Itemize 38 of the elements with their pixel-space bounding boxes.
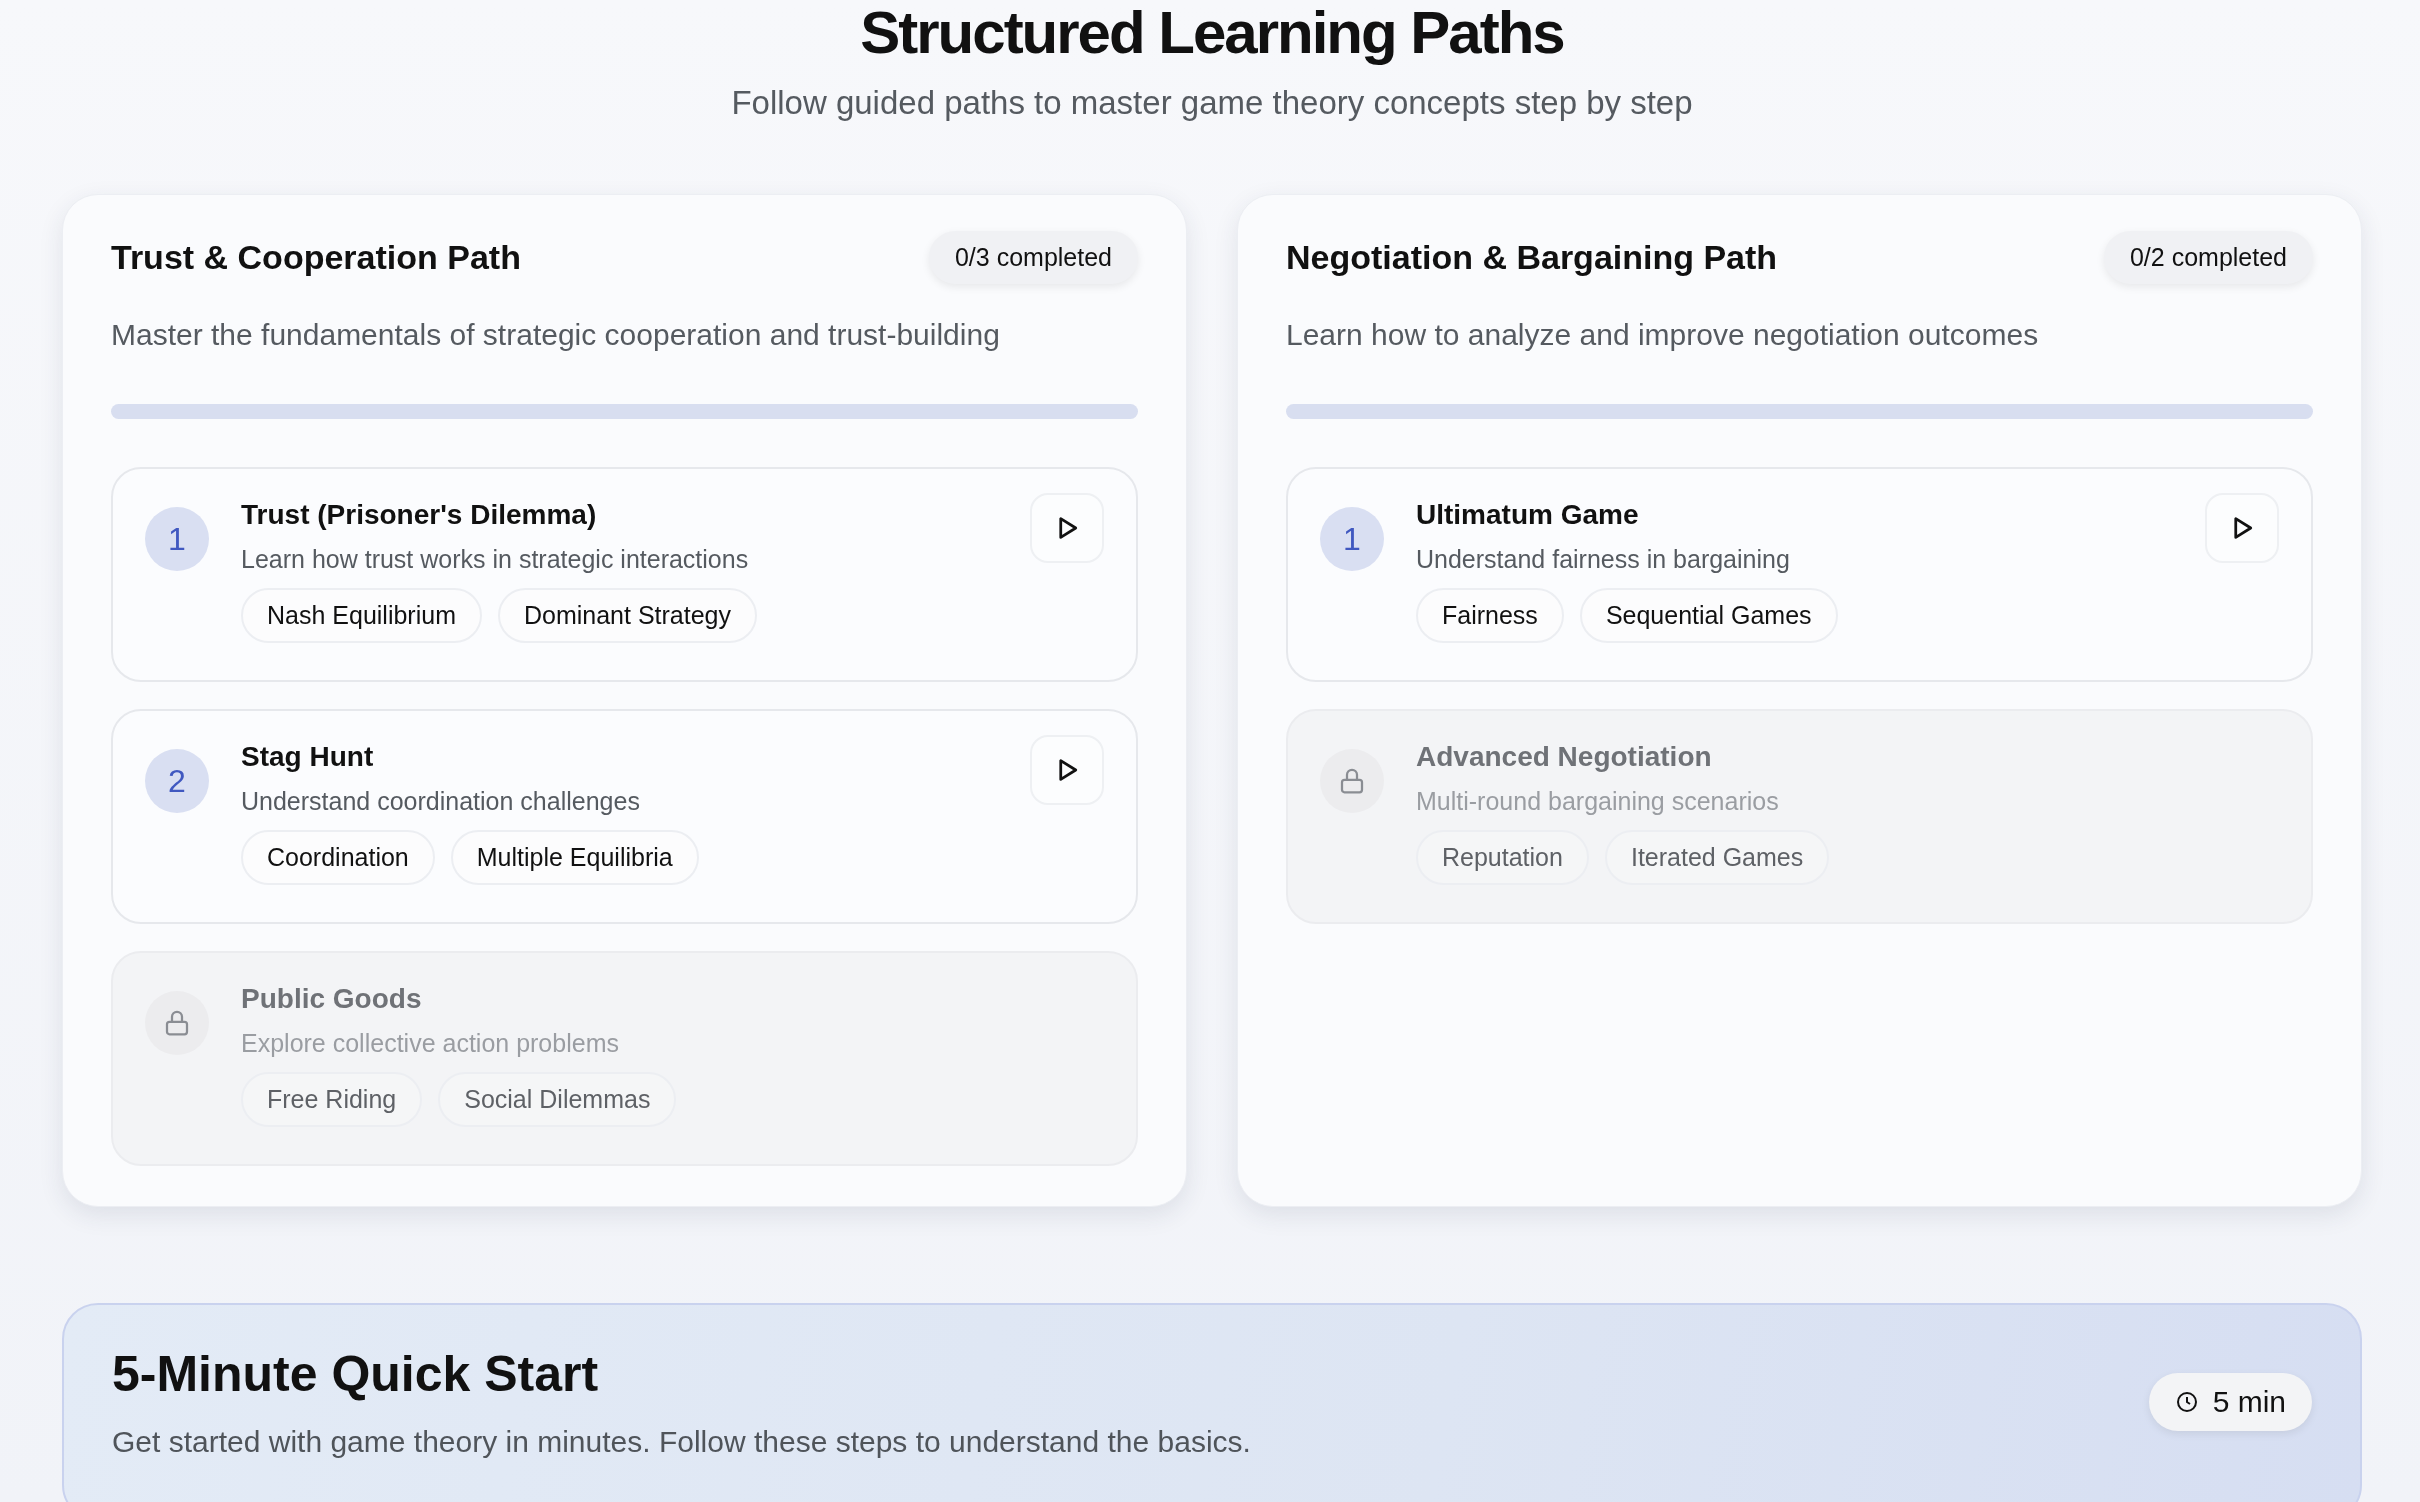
step-title: Advanced Negotiation — [1416, 741, 1713, 773]
step-number: 1 — [145, 507, 209, 571]
quick-start-description: Get started with game theory in minutes. Follow these steps to understand the basics. — [112, 1425, 1251, 1459]
path-description: Master the fundamentals of strategic cooperation and trust-building — [111, 318, 1001, 352]
concept-tag: Nash Equilibrium — [241, 588, 482, 643]
page-subtitle: Follow guided paths to master game theory concepts step by step — [730, 84, 1694, 122]
progress-badge: 0/2 completed — [2103, 231, 2313, 284]
step-description: Explore collective action problems — [241, 1029, 620, 1058]
concept-tag: Social Dilemmas — [438, 1072, 677, 1127]
step-number: 2 — [145, 749, 209, 813]
step-title: Trust (Prisoner's Dilemma) — [241, 499, 598, 531]
step-number: 1 — [1320, 507, 1384, 571]
play-button[interactable] — [2205, 493, 2279, 563]
concept-tag: Sequential Games — [1579, 588, 1838, 643]
step-description: Learn how trust works in strategic interactions — [241, 545, 750, 574]
quick-start-title: 5-Minute Quick Start — [112, 1345, 600, 1403]
step-description: Understand fairness in bargaining — [1416, 545, 1791, 574]
path-title: Negotiation & Bargaining Path — [1286, 238, 1778, 277]
path-description: Learn how to analyze and improve negotiation outcomes — [1286, 318, 2040, 352]
concept-tag: Reputation — [1416, 830, 1589, 885]
progress-badge: 0/3 completed — [928, 231, 1138, 284]
step-title: Public Goods — [241, 983, 423, 1015]
path-title: Trust & Cooperation Path — [111, 238, 521, 277]
concept-tag: Coordination — [241, 830, 435, 885]
concept-tag: Multiple Equilibria — [450, 830, 699, 885]
duration-text: 5 min — [2212, 1385, 2286, 1419]
concept-tag: Dominant Strategy — [497, 588, 757, 643]
concept-tag: Free Riding — [241, 1072, 423, 1127]
step-description: Multi-round bargaining scenarios — [1416, 787, 1780, 816]
concept-tag: Iterated Games — [1604, 830, 1830, 885]
concept-tag: Fairness — [1416, 588, 1564, 643]
step-title: Ultimatum Game — [1416, 499, 1640, 531]
clock-icon — [2174, 1390, 2199, 1414]
page-title: Structured Learning Paths — [859, 0, 1565, 66]
step-title: Stag Hunt — [241, 741, 375, 773]
play-button[interactable] — [1030, 735, 1104, 805]
step-description: Understand coordination challenges — [241, 787, 641, 816]
play-button[interactable] — [1030, 493, 1104, 563]
